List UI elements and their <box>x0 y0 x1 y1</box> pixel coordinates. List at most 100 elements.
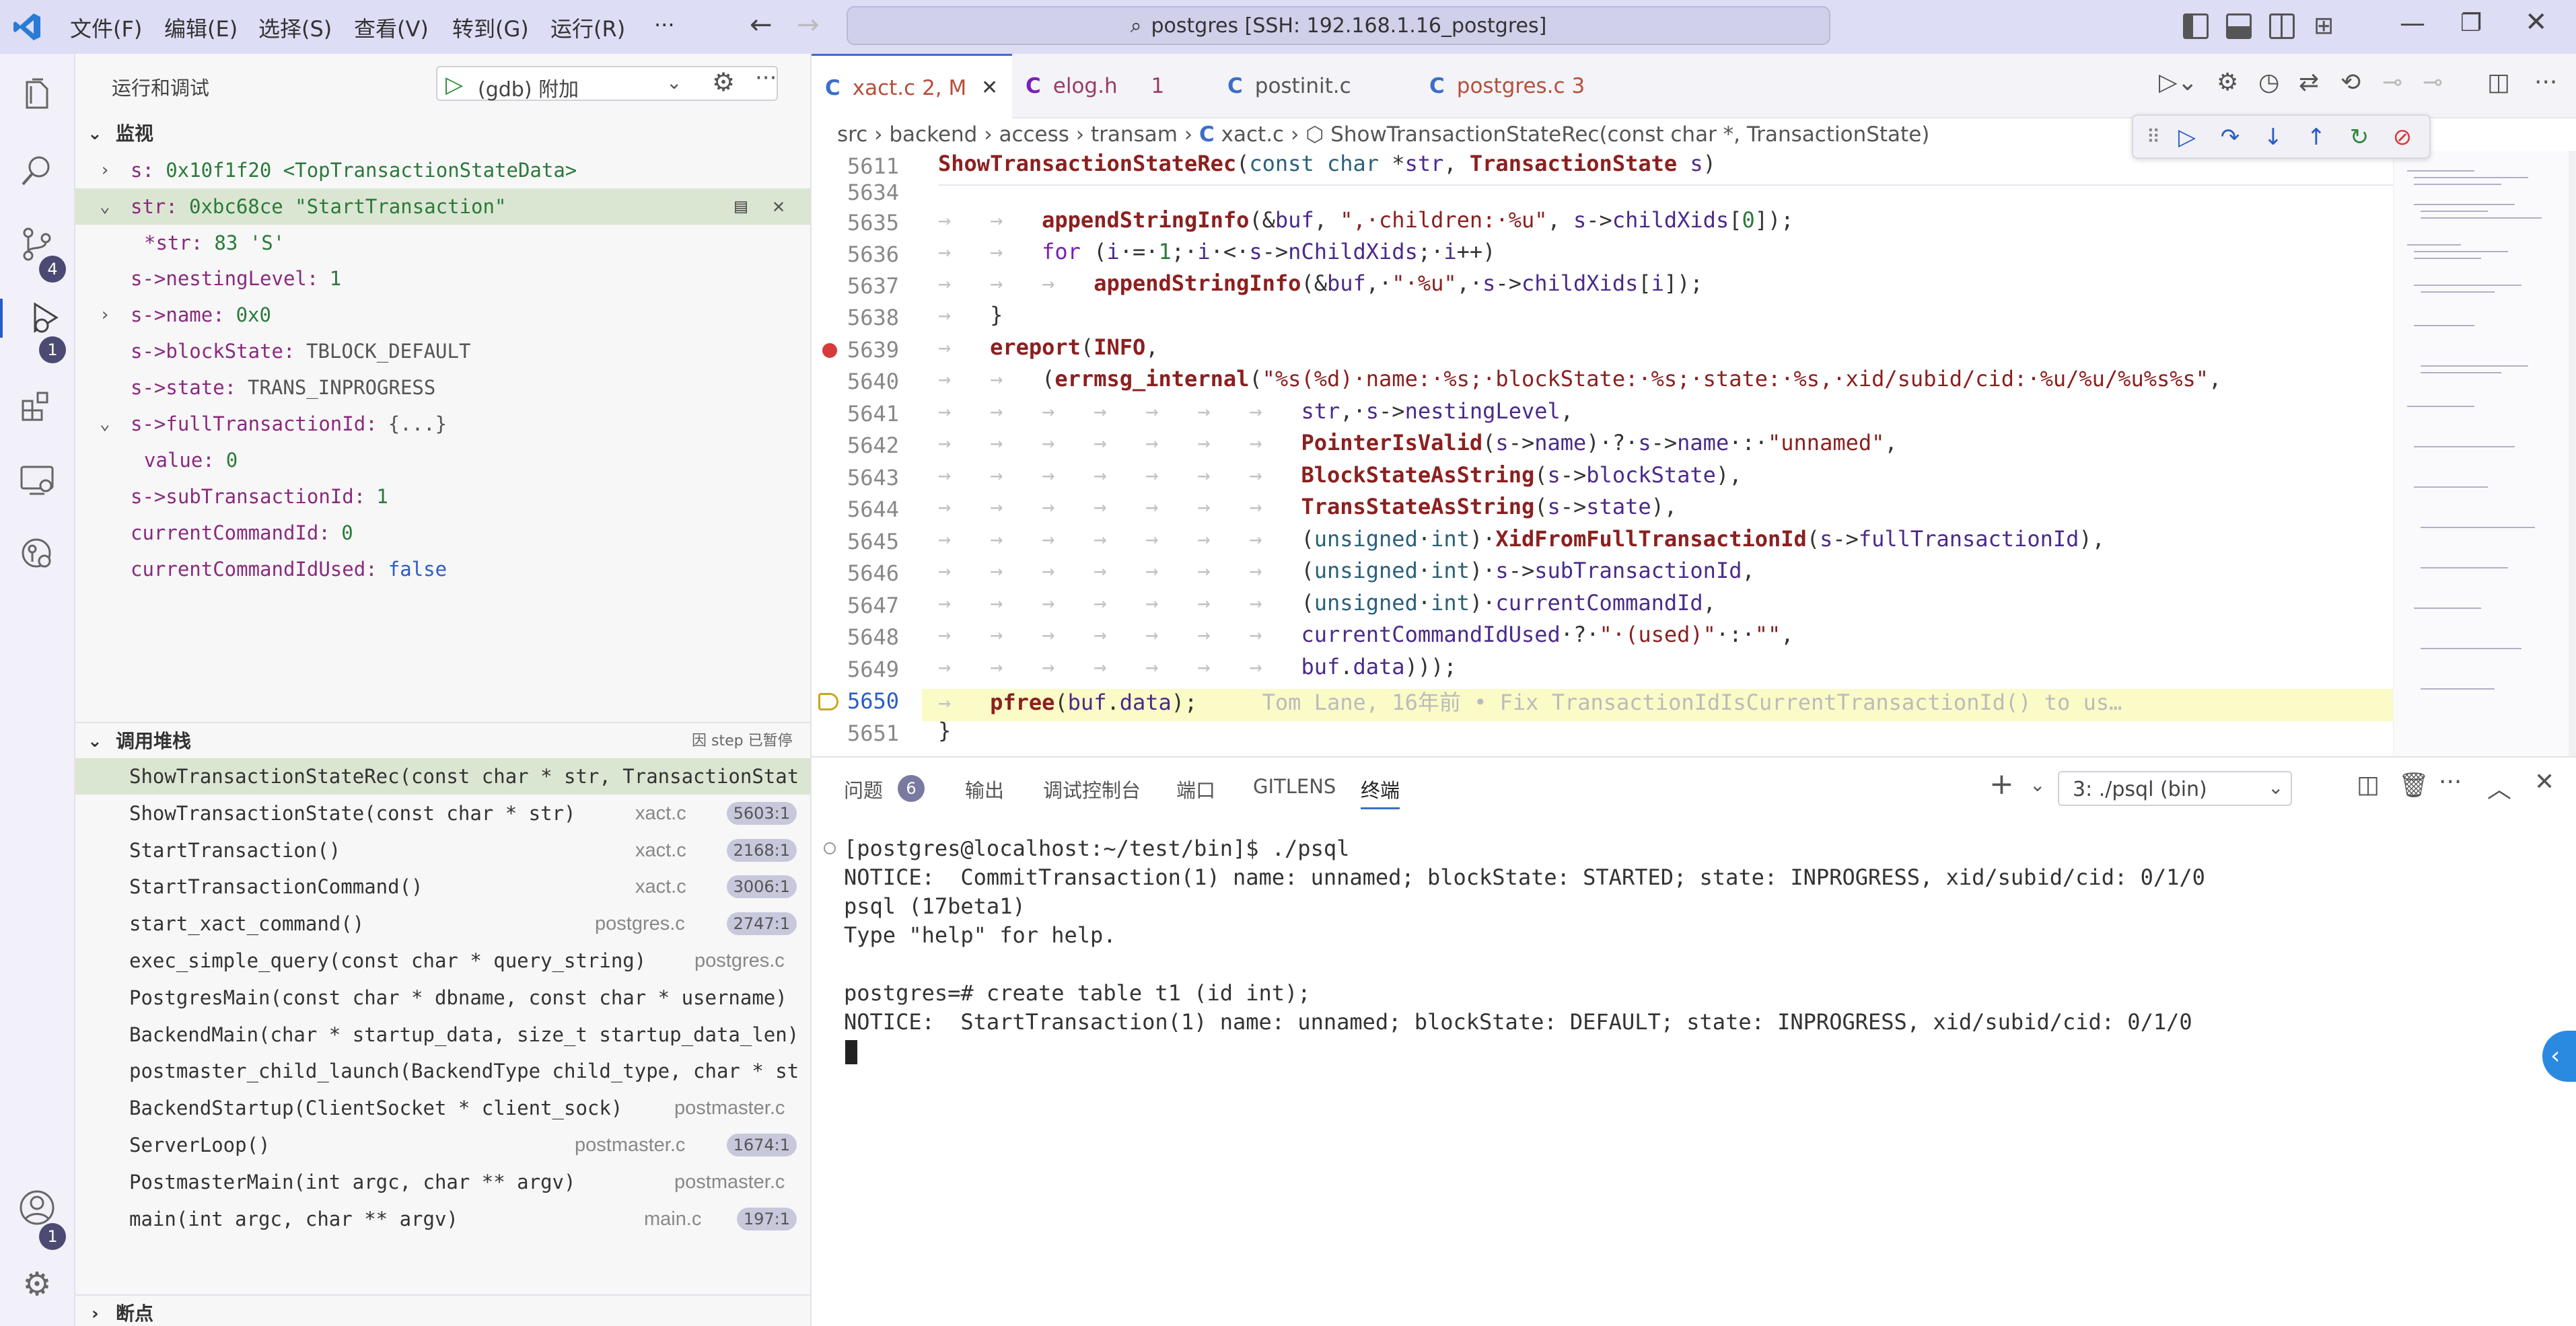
forward-arrow-icon[interactable]: → <box>797 9 820 40</box>
watch-item[interactable]: value:value: 00 <box>75 442 810 478</box>
watch-item[interactable]: currentCommandIdUsed:currentCommandIdUse… <box>75 551 810 587</box>
start-debugging-icon[interactable]: ▷ <box>445 71 463 98</box>
callstack-frame[interactable]: PostmasterMain(int argc, char ** argv) po… <box>75 1164 810 1200</box>
editor-settings-gear-icon[interactable]: ⚙ <box>2217 69 2238 96</box>
tab-debug-console[interactable]: 调试控制台 <box>1043 775 1141 803</box>
more-actions-icon[interactable]: ··· <box>2534 69 2557 96</box>
watch-section-header[interactable]: ⌄ 监视 <box>75 116 810 152</box>
watch-item[interactable]: *str:*str: 83 'S'83 'S' <box>75 225 810 261</box>
step-into-icon[interactable]: ↓ <box>2260 124 2287 151</box>
callstack-frame[interactable]: ShowTransactionState(const char * str) xa… <box>75 795 810 832</box>
callstack-frame[interactable]: StartTransactionCommand() xact.c 3006:1 <box>75 869 810 905</box>
customize-layout-icon[interactable]: ⊞ <box>2314 12 2334 40</box>
search-icon[interactable] <box>17 151 57 190</box>
close-tab-icon[interactable]: ✕ <box>981 56 998 120</box>
more-actions-icon[interactable]: ··· <box>755 65 777 91</box>
breadcrumb-access[interactable]: access <box>999 122 1069 147</box>
restore-window-icon[interactable]: ❐ <box>2460 9 2482 37</box>
maximize-panel-icon[interactable]: ︿ <box>2487 770 2511 805</box>
previous-change-icon[interactable]: ⊸ <box>2382 69 2402 96</box>
chevron-down-icon[interactable]: ⌄ <box>100 188 110 225</box>
breadcrumb-src[interactable]: src <box>837 122 867 147</box>
callstack-frame[interactable]: ServerLoop() postmaster.c 1674:1 <box>75 1127 810 1163</box>
chevron-right-icon[interactable]: › <box>100 297 110 333</box>
callstack-frame[interactable]: postmaster_child_launch(BackendType chil… <box>75 1053 810 1089</box>
drag-handle-icon[interactable]: ⠿ <box>2140 124 2167 151</box>
restart-icon[interactable]: ↻ <box>2346 124 2373 151</box>
breakpoint-dot-icon[interactable] <box>822 343 837 358</box>
split-editor-icon[interactable]: ◫ <box>2487 69 2510 96</box>
breadcrumb-backend[interactable]: backend <box>889 122 977 147</box>
chevron-right-icon[interactable]: › <box>100 152 110 188</box>
close-panel-icon[interactable]: ✕ <box>2534 768 2554 796</box>
gitlens-icon[interactable] <box>17 534 57 573</box>
edit-expression-icon[interactable]: ▤ <box>735 188 747 225</box>
callstack-frame[interactable]: start_xact_command() postgres.c 2747:1 <box>75 906 810 942</box>
more-actions-icon[interactable]: ··· <box>2439 768 2462 796</box>
remove-expression-icon[interactable]: ✕ <box>773 188 785 225</box>
watch-item[interactable]: s->nestingLevel:s->nestingLevel: 11 <box>75 260 810 297</box>
menu-run[interactable]: 运行(R) <box>550 12 625 43</box>
step-over-icon[interactable]: ↷ <box>2217 124 2244 151</box>
command-center-search[interactable]: ⌕ postgres [SSH: 192.168.1.16_postgres] <box>847 6 1830 45</box>
tab-output[interactable]: 输出 <box>965 775 1004 803</box>
breakpoints-section-header[interactable]: › 断点 <box>75 1294 810 1326</box>
next-change-icon[interactable]: ⊸ <box>2423 69 2443 96</box>
disconnect-icon[interactable]: ⊘ <box>2389 124 2416 151</box>
minimap[interactable] <box>2393 151 2576 756</box>
compare-changes-icon[interactable]: ⇄ <box>2299 69 2319 96</box>
callstack-frame[interactable]: BackendStartup(ClientSocket * client_soc… <box>75 1090 810 1126</box>
explorer-icon[interactable] <box>17 77 57 116</box>
menu-edit[interactable]: 编辑(E) <box>164 12 238 43</box>
tab-ports[interactable]: 端口 <box>1176 775 1215 803</box>
new-terminal-plus-icon[interactable]: + <box>1989 767 2014 801</box>
callstack-frame[interactable]: BackendMain(char * startup_data, size_t … <box>75 1017 810 1053</box>
chevron-down-icon[interactable]: ⌄ <box>2030 774 2045 796</box>
tab-postinit-c[interactable]: Cpostinit.c <box>1214 54 1416 118</box>
split-terminal-icon[interactable]: ◫ <box>2357 771 2380 799</box>
account-icon[interactable] <box>17 1188 57 1227</box>
watch-item[interactable]: s->blockState:s->blockState: TBLOCK_DEFA… <box>75 333 810 369</box>
menu-file[interactable]: 文件(F) <box>70 12 142 43</box>
extensions-icon[interactable] <box>17 386 57 425</box>
callstack-frame[interactable]: StartTransaction() xact.c 2168:1 <box>75 832 810 869</box>
breadcrumb-transam[interactable]: transam <box>1091 122 1178 147</box>
watch-item[interactable]: s->state:s->state: TRANS_INPROGRESSTRANS… <box>75 369 810 406</box>
minimize-window-icon[interactable]: — <box>2400 8 2425 38</box>
toggle-panel-icon[interactable] <box>2226 13 2252 39</box>
step-out-icon[interactable]: ↑ <box>2303 124 2330 151</box>
toggle-secondary-sidebar-icon[interactable] <box>2269 13 2295 39</box>
watch-item[interactable]: s->subTransactionId:s->subTransactionId:… <box>75 478 810 515</box>
run-with-debug-icon[interactable]: ▷⌄ <box>2159 69 2198 96</box>
debug-settings-gear-icon[interactable]: ⚙ <box>712 67 735 97</box>
continue-icon[interactable]: ▷ <box>2174 124 2201 151</box>
close-window-icon[interactable]: ✕ <box>2525 7 2548 38</box>
menu-selection[interactable]: 选择(S) <box>258 12 332 43</box>
watch-item[interactable]: currentCommandId:currentCommandId: 00 <box>75 515 810 551</box>
watch-item[interactable]: ›s->name:s->name: 0x00x0 <box>75 297 810 333</box>
tab-xact-c[interactable]: Cxact.c 2, M ✕ <box>812 54 1012 118</box>
tab-elog-h[interactable]: Celog.h 1 <box>1012 54 1214 118</box>
watch-item[interactable]: ⌄str:str: 0xbc68ce "StartTransaction"0xb… <box>75 188 810 225</box>
terminal-select[interactable]: 3: ./psql (bin) ⌄ <box>2058 771 2292 806</box>
back-arrow-icon[interactable]: ← <box>750 9 773 40</box>
kill-terminal-trash-icon[interactable]: 🗑 <box>2398 771 2429 799</box>
tab-gitlens[interactable]: GITLENS <box>1253 775 1336 798</box>
breadcrumb-symbol[interactable]: ShowTransactionStateRec(const char *, Tr… <box>1330 122 1929 147</box>
tab-postgres-c[interactable]: Cpostgres.c 3 <box>1416 54 1624 118</box>
chevron-down-icon[interactable]: ⌄ <box>100 406 110 442</box>
run-debug-icon[interactable] <box>0 299 75 338</box>
tab-problems[interactable]: 问题 <box>844 775 883 803</box>
manage-gear-icon[interactable]: ⚙ <box>17 1265 57 1304</box>
tab-terminal[interactable]: 终端 <box>1361 775 1400 809</box>
watch-item[interactable]: ⌄s->fullTransactionId:s->fullTransaction… <box>75 406 810 442</box>
open-changes-icon[interactable]: ⟲ <box>2340 69 2361 96</box>
callstack-section-header[interactable]: ⌄ 调用堆栈 因 step 已暂停 <box>75 722 810 758</box>
breadcrumb-file[interactable]: xact.c <box>1221 122 1284 147</box>
remote-explorer-icon[interactable] <box>17 460 57 499</box>
callstack-frame[interactable]: ShowTransactionStateRec(const char * str… <box>75 758 810 795</box>
menu-go[interactable]: 转到(G) <box>452 12 529 43</box>
timeline-icon[interactable]: ◷ <box>2258 69 2279 96</box>
terminal-command-decoration-icon[interactable] <box>824 842 836 854</box>
callstack-frame[interactable]: main(int argc, char ** argv) main.c 197:1 <box>75 1201 810 1237</box>
